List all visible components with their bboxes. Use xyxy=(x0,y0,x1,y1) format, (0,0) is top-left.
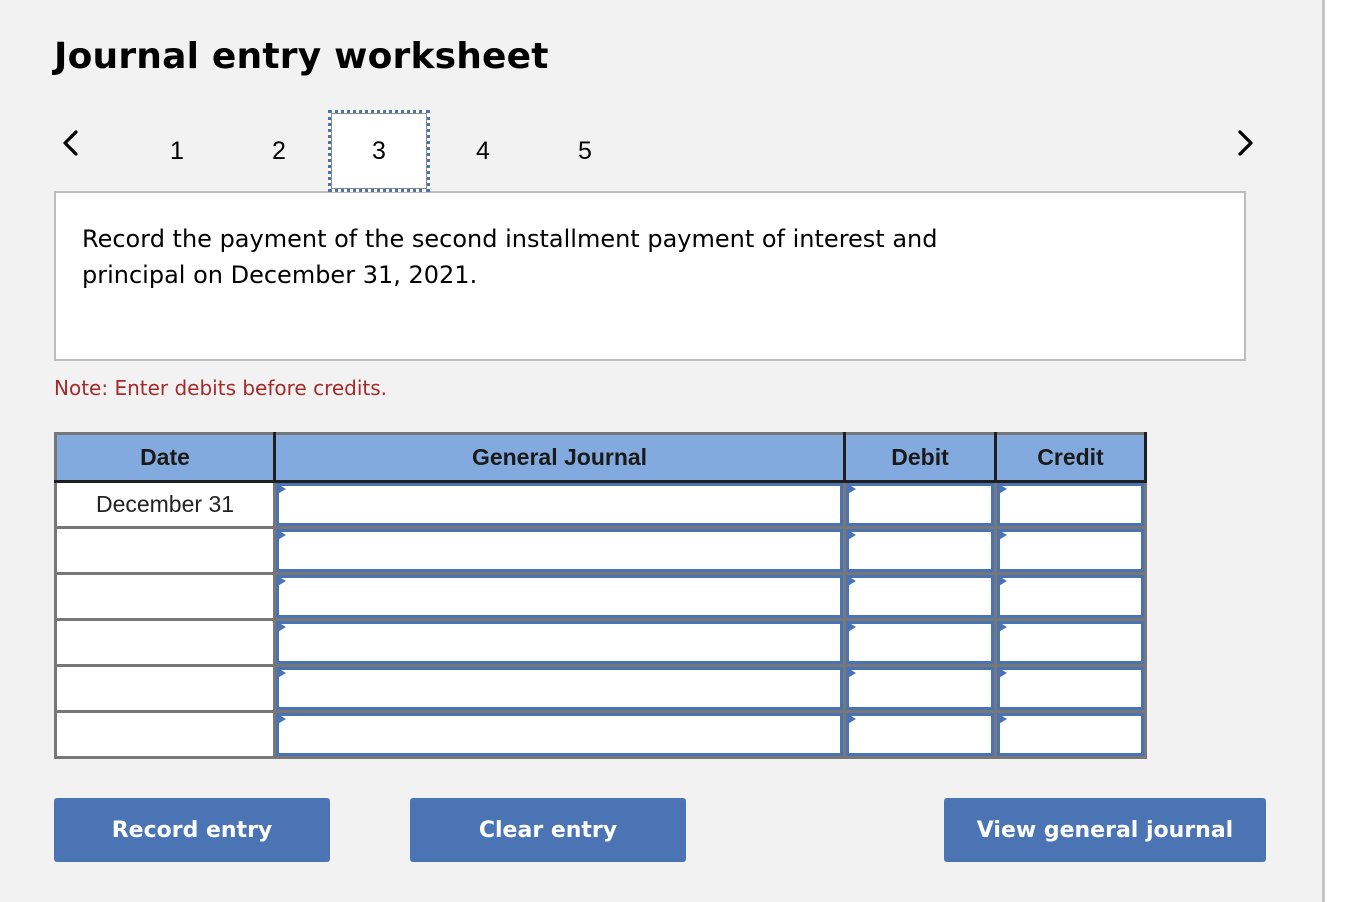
tab-3[interactable]: 3 xyxy=(328,110,430,192)
account-cell xyxy=(273,618,846,667)
credit-cell xyxy=(994,664,1147,713)
table-row xyxy=(54,664,1147,713)
tab-5[interactable]: 5 xyxy=(534,110,636,192)
tab-1[interactable]: 1 xyxy=(126,110,228,192)
account-input[interactable] xyxy=(276,529,843,572)
dropdown-marker-icon xyxy=(997,529,1007,541)
date-cell xyxy=(54,710,276,759)
clear-entry-button[interactable]: Clear entry xyxy=(410,798,686,862)
dropdown-marker-icon xyxy=(846,621,856,633)
credit-input[interactable] xyxy=(997,667,1144,710)
credit-input[interactable] xyxy=(997,529,1144,572)
date-cell xyxy=(54,664,276,713)
debit-cell xyxy=(843,618,997,667)
credit-input[interactable] xyxy=(997,575,1144,618)
account-cell xyxy=(273,664,846,713)
table-row xyxy=(54,572,1147,621)
page-title: Journal entry worksheet xyxy=(54,36,549,77)
date-cell: December 31 xyxy=(54,480,276,529)
table-row: December 31 xyxy=(54,480,1147,529)
debit-input[interactable] xyxy=(846,713,994,756)
debit-input[interactable] xyxy=(846,529,994,572)
next-button[interactable] xyxy=(1226,118,1266,168)
dropdown-marker-icon xyxy=(276,667,286,679)
date-cell xyxy=(54,572,276,621)
account-cell xyxy=(273,572,846,621)
debit-cell xyxy=(843,526,997,575)
account-cell xyxy=(273,480,846,529)
dropdown-marker-icon xyxy=(846,667,856,679)
debit-input[interactable] xyxy=(846,483,994,526)
dropdown-marker-icon xyxy=(997,667,1007,679)
debit-input[interactable] xyxy=(846,667,994,710)
account-input[interactable] xyxy=(276,667,843,710)
dropdown-marker-icon xyxy=(997,713,1007,725)
table-row xyxy=(54,526,1147,575)
debit-cell xyxy=(843,710,997,759)
dropdown-marker-icon xyxy=(276,575,286,587)
date-cell xyxy=(54,618,276,667)
credit-cell xyxy=(994,526,1147,575)
credit-cell xyxy=(994,480,1147,529)
account-input[interactable] xyxy=(276,575,843,618)
credit-input[interactable] xyxy=(997,713,1144,756)
debit-cell xyxy=(843,480,997,529)
account-cell xyxy=(273,710,846,759)
tab-4[interactable]: 4 xyxy=(432,110,534,192)
journal-header-row: Date General Journal Debit Credit xyxy=(54,432,1147,483)
date-cell xyxy=(54,526,276,575)
dropdown-marker-icon xyxy=(846,483,856,495)
worksheet-panel: Journal entry worksheet 1 2 3 4 5 Record… xyxy=(0,0,1325,902)
dropdown-marker-icon xyxy=(846,713,856,725)
account-input[interactable] xyxy=(276,621,843,664)
debit-input[interactable] xyxy=(846,575,994,618)
debit-cell xyxy=(843,572,997,621)
column-header-general-journal: General Journal xyxy=(274,432,846,483)
question-text: Record the payment of the second install… xyxy=(82,225,938,289)
dropdown-marker-icon xyxy=(276,621,286,633)
table-row xyxy=(54,618,1147,667)
dropdown-marker-icon xyxy=(997,575,1007,587)
dropdown-marker-icon xyxy=(276,483,286,495)
column-header-credit: Credit xyxy=(995,432,1147,483)
tab-2[interactable]: 2 xyxy=(228,110,330,192)
chevron-right-icon xyxy=(1238,130,1253,156)
record-entry-button[interactable]: Record entry xyxy=(54,798,330,862)
account-input[interactable] xyxy=(276,483,843,526)
credit-cell xyxy=(994,572,1147,621)
dropdown-marker-icon xyxy=(846,575,856,587)
credit-input[interactable] xyxy=(997,483,1144,526)
journal-table: Date General Journal Debit Credit Decemb… xyxy=(54,432,1147,759)
dropdown-marker-icon xyxy=(276,529,286,541)
dropdown-marker-icon xyxy=(276,713,286,725)
credit-cell xyxy=(994,618,1147,667)
table-row xyxy=(54,710,1147,759)
account-cell xyxy=(273,526,846,575)
debit-input[interactable] xyxy=(846,621,994,664)
dropdown-marker-icon xyxy=(997,621,1007,633)
previous-button[interactable] xyxy=(50,118,90,168)
dropdown-marker-icon xyxy=(846,529,856,541)
note-text: Note: Enter debits before credits. xyxy=(54,376,388,400)
debit-cell xyxy=(843,664,997,713)
dropdown-marker-icon xyxy=(997,483,1007,495)
view-general-journal-button[interactable]: View general journal xyxy=(944,798,1266,862)
chevron-left-icon xyxy=(63,130,78,156)
account-input[interactable] xyxy=(276,713,843,756)
credit-cell xyxy=(994,710,1147,759)
column-header-debit: Debit xyxy=(844,432,997,483)
question-box: Record the payment of the second install… xyxy=(54,191,1246,361)
column-header-date: Date xyxy=(54,432,276,483)
credit-input[interactable] xyxy=(997,621,1144,664)
